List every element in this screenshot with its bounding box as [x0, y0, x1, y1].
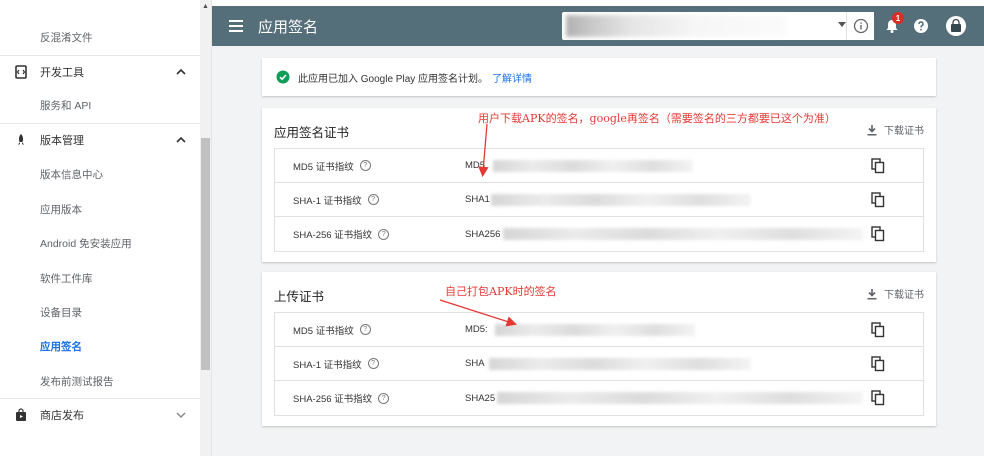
sidebar-item-services-api[interactable]: 服务和 API	[0, 88, 200, 122]
sidebar: 反混淆文件 开发工具 服务和 API 版本管理 版本信息中心 应用版本 Andr…	[0, 0, 212, 456]
redacted-fingerprint	[491, 194, 751, 206]
sidebar-section-store-presence[interactable]: 商店发布	[0, 398, 200, 432]
table-row: MD5 证书指纹? MD5:	[275, 313, 923, 347]
help-icon[interactable]: ?	[378, 228, 390, 240]
sidebar-section-release-management[interactable]: 版本管理	[0, 123, 200, 157]
app-signing-fingerprint-table: MD5 证书指纹? MD5 SHA-1 证书指纹? SHA1 SHA-256 证…	[274, 148, 924, 252]
rocket-icon	[12, 131, 30, 149]
sidebar-item-app-releases[interactable]: 应用版本	[0, 192, 200, 226]
check-circle-icon	[276, 70, 290, 84]
redacted-fingerprint	[489, 358, 751, 370]
fingerprint-label: SHA-1 证书指纹	[293, 359, 362, 371]
fingerprint-value: SHA25	[465, 392, 496, 404]
help-icon[interactable]: ?	[359, 160, 371, 171]
chevron-down-icon[interactable]	[174, 408, 188, 422]
fingerprint-label: SHA-256 证书指纹	[293, 230, 373, 241]
fingerprint-value: SHA256	[465, 228, 501, 240]
redacted-fingerprint	[495, 324, 695, 336]
copy-icon[interactable]	[869, 321, 887, 339]
help-icon[interactable]	[909, 14, 933, 38]
chevron-up-icon[interactable]	[174, 133, 188, 147]
upload-fingerprint-table: MD5 证书指纹? MD5: SHA-1 证书指纹? SHA SHA-256 证…	[274, 312, 924, 416]
store-icon	[12, 406, 30, 424]
table-row: SHA-1 证书指纹? SHA1	[275, 183, 923, 217]
annotation-app-signing: 用户下载APK的签名，google再签名（需要签名的三方都要已这个为准）	[478, 112, 836, 125]
help-icon[interactable]: ?	[367, 194, 379, 205]
app-signing-cert-card: 应用签名证书 下载证书 MD5 证书指纹? MD5 SHA-1 证书指纹? SH…	[262, 108, 936, 262]
sidebar-item-instant-apps[interactable]: Android 免安装应用	[0, 226, 200, 260]
sidebar-item-pre-launch-report[interactable]: 发布前测试报告	[0, 364, 200, 398]
help-icon[interactable]: ?	[367, 358, 379, 369]
copy-icon[interactable]	[869, 191, 887, 209]
fingerprint-label: SHA-256 证书指纹	[293, 394, 373, 405]
notification-badge: 1	[892, 12, 904, 24]
sidebar-item-release-dashboard[interactable]: 版本信息中心	[0, 157, 200, 191]
scroll-thumb[interactable]	[201, 138, 210, 370]
download-cert-button[interactable]: 下载证书	[866, 286, 924, 301]
chevron-up-icon[interactable]	[174, 65, 188, 79]
fingerprint-value: SHA	[465, 358, 485, 369]
copy-icon[interactable]	[869, 225, 887, 243]
redacted-fingerprint	[497, 392, 863, 404]
help-icon[interactable]: ?	[378, 392, 390, 404]
sidebar-section-dev-tools[interactable]: 开发工具	[0, 55, 200, 89]
dropdown-caret-icon[interactable]	[838, 22, 846, 27]
sidebar-item-deobfuscation-files[interactable]: 反混淆文件	[0, 20, 200, 54]
download-icon	[867, 288, 877, 299]
info-icon[interactable]	[846, 12, 874, 40]
bell-icon[interactable]: 1	[880, 12, 904, 38]
page-title: 应用签名	[258, 18, 319, 36]
upload-cert-card: 上传证书 下载证书 MD5 证书指纹? MD5: SHA-1 证书指纹? SHA…	[262, 272, 936, 426]
account-selector[interactable]	[562, 12, 852, 40]
scroll-up-arrow-icon[interactable]: ▲	[200, 0, 211, 12]
learn-more-link[interactable]: 了解详情	[492, 70, 532, 85]
fingerprint-label: MD5 证书指纹	[293, 325, 354, 337]
redacted-fingerprint	[503, 228, 863, 240]
download-cert-button[interactable]: 下载证书	[866, 122, 924, 137]
copy-icon[interactable]	[869, 389, 887, 407]
fingerprint-value: MD5	[465, 160, 486, 171]
redacted-fingerprint	[493, 160, 693, 172]
top-app-bar: 应用签名 1	[212, 6, 984, 46]
copy-icon[interactable]	[869, 157, 887, 175]
table-row: MD5 证书指纹? MD5	[275, 149, 923, 183]
redacted-account-name	[566, 15, 786, 37]
avatar-icon[interactable]	[944, 14, 968, 38]
table-row: SHA-1 证书指纹? SHA	[275, 347, 923, 381]
download-icon	[867, 124, 877, 135]
sidebar-item-app-signing[interactable]: 应用签名	[0, 329, 200, 363]
dev-tools-icon	[12, 63, 30, 81]
menu-icon[interactable]	[218, 6, 254, 46]
copy-icon[interactable]	[869, 355, 887, 373]
sidebar-item-artifact-library[interactable]: 软件工件库	[0, 261, 200, 295]
banner-text: 此应用已加入 Google Play 应用签名计划。	[298, 73, 489, 85]
fingerprint-label: SHA-1 证书指纹	[293, 195, 362, 207]
table-row: SHA-256 证书指纹? SHA256	[275, 217, 923, 251]
signing-status-banner: 此应用已加入 Google Play 应用签名计划。 了解详情	[262, 58, 936, 96]
upload-cert-title: 上传证书	[274, 290, 325, 304]
fingerprint-value: SHA1	[465, 194, 490, 205]
table-row: SHA-256 证书指纹? SHA25	[275, 381, 923, 415]
help-icon[interactable]: ?	[359, 324, 371, 335]
fingerprint-label: MD5 证书指纹	[293, 161, 354, 173]
app-signing-cert-title: 应用签名证书	[274, 126, 350, 140]
annotation-upload: 自己打包APK时的签名	[445, 285, 557, 298]
sidebar-item-device-catalog[interactable]: 设备目录	[0, 295, 200, 329]
fingerprint-value: MD5:	[465, 324, 488, 335]
sidebar-scrollbar[interactable]: ▲	[200, 0, 211, 456]
main-content: 此应用已加入 Google Play 应用签名计划。 了解详情 应用签名证书 下…	[212, 46, 984, 456]
